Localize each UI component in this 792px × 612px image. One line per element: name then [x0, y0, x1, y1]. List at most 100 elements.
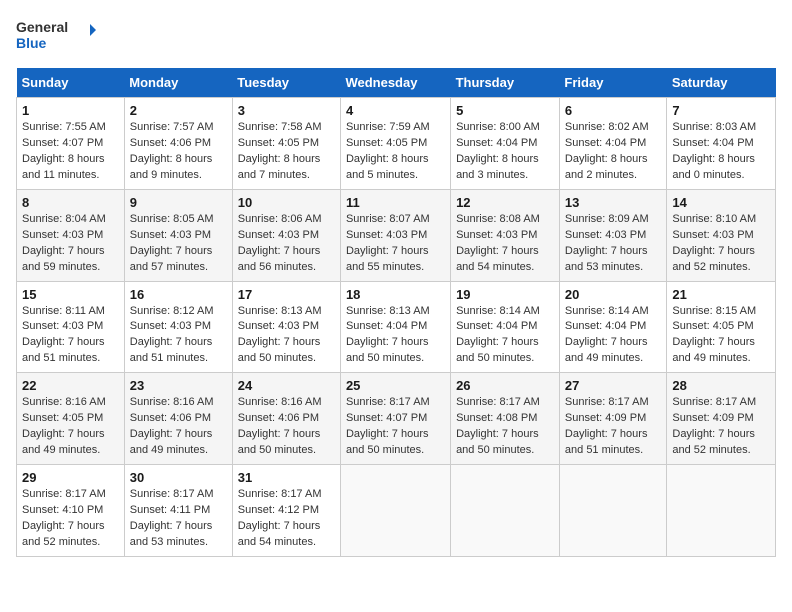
day-number: 28 [672, 378, 770, 393]
calendar-cell: 7 Sunrise: 8:03 AMSunset: 4:04 PMDayligh… [667, 98, 776, 190]
day-number: 30 [130, 470, 227, 485]
day-number: 24 [238, 378, 335, 393]
day-detail: Sunrise: 8:16 AMSunset: 4:06 PMDaylight:… [130, 395, 227, 459]
calendar-cell: 20 Sunrise: 8:14 AMSunset: 4:04 PMDaylig… [559, 281, 666, 373]
page-header: General Blue [16, 16, 776, 56]
day-number: 22 [22, 378, 119, 393]
day-detail: Sunrise: 8:14 AMSunset: 4:04 PMDaylight:… [456, 304, 554, 368]
day-number: 21 [672, 287, 770, 302]
calendar-cell: 29 Sunrise: 8:17 AMSunset: 4:10 PMDaylig… [17, 465, 125, 557]
day-of-week-header: Sunday [17, 68, 125, 98]
day-detail: Sunrise: 8:07 AMSunset: 4:03 PMDaylight:… [346, 212, 445, 276]
day-detail: Sunrise: 8:03 AMSunset: 4:04 PMDaylight:… [672, 120, 770, 184]
day-number: 16 [130, 287, 227, 302]
calendar-cell: 11 Sunrise: 8:07 AMSunset: 4:03 PMDaylig… [340, 189, 450, 281]
day-of-week-header: Monday [124, 68, 232, 98]
logo-svg: General Blue [16, 16, 96, 56]
calendar-cell: 24 Sunrise: 8:16 AMSunset: 4:06 PMDaylig… [232, 373, 340, 465]
day-number: 13 [565, 195, 661, 210]
day-number: 7 [672, 103, 770, 118]
day-detail: Sunrise: 8:12 AMSunset: 4:03 PMDaylight:… [130, 304, 227, 368]
day-detail: Sunrise: 8:00 AMSunset: 4:04 PMDaylight:… [456, 120, 554, 184]
calendar-cell: 9 Sunrise: 8:05 AMSunset: 4:03 PMDayligh… [124, 189, 232, 281]
day-detail: Sunrise: 8:09 AMSunset: 4:03 PMDaylight:… [565, 212, 661, 276]
day-number: 3 [238, 103, 335, 118]
calendar-header-row: SundayMondayTuesdayWednesdayThursdayFrid… [17, 68, 776, 98]
day-detail: Sunrise: 7:59 AMSunset: 4:05 PMDaylight:… [346, 120, 445, 184]
calendar-table: SundayMondayTuesdayWednesdayThursdayFrid… [16, 68, 776, 557]
day-number: 31 [238, 470, 335, 485]
day-number: 1 [22, 103, 119, 118]
svg-text:Blue: Blue [16, 35, 47, 51]
day-detail: Sunrise: 8:11 AMSunset: 4:03 PMDaylight:… [22, 304, 119, 368]
calendar-cell: 16 Sunrise: 8:12 AMSunset: 4:03 PMDaylig… [124, 281, 232, 373]
logo: General Blue [16, 16, 96, 56]
day-detail: Sunrise: 8:17 AMSunset: 4:11 PMDaylight:… [130, 487, 227, 551]
day-detail: Sunrise: 8:17 AMSunset: 4:08 PMDaylight:… [456, 395, 554, 459]
day-of-week-header: Friday [559, 68, 666, 98]
day-of-week-header: Wednesday [340, 68, 450, 98]
day-detail: Sunrise: 7:57 AMSunset: 4:06 PMDaylight:… [130, 120, 227, 184]
day-number: 14 [672, 195, 770, 210]
calendar-week-row: 8 Sunrise: 8:04 AMSunset: 4:03 PMDayligh… [17, 189, 776, 281]
calendar-week-row: 22 Sunrise: 8:16 AMSunset: 4:05 PMDaylig… [17, 373, 776, 465]
day-detail: Sunrise: 8:10 AMSunset: 4:03 PMDaylight:… [672, 212, 770, 276]
day-detail: Sunrise: 8:14 AMSunset: 4:04 PMDaylight:… [565, 304, 661, 368]
day-detail: Sunrise: 8:17 AMSunset: 4:09 PMDaylight:… [565, 395, 661, 459]
calendar-cell: 2 Sunrise: 7:57 AMSunset: 4:06 PMDayligh… [124, 98, 232, 190]
calendar-cell [559, 465, 666, 557]
day-detail: Sunrise: 8:17 AMSunset: 4:09 PMDaylight:… [672, 395, 770, 459]
calendar-cell: 3 Sunrise: 7:58 AMSunset: 4:05 PMDayligh… [232, 98, 340, 190]
day-number: 6 [565, 103, 661, 118]
calendar-cell: 8 Sunrise: 8:04 AMSunset: 4:03 PMDayligh… [17, 189, 125, 281]
day-detail: Sunrise: 8:17 AMSunset: 4:07 PMDaylight:… [346, 395, 445, 459]
calendar-cell: 5 Sunrise: 8:00 AMSunset: 4:04 PMDayligh… [451, 98, 560, 190]
calendar-cell: 12 Sunrise: 8:08 AMSunset: 4:03 PMDaylig… [451, 189, 560, 281]
day-detail: Sunrise: 8:16 AMSunset: 4:05 PMDaylight:… [22, 395, 119, 459]
day-detail: Sunrise: 7:55 AMSunset: 4:07 PMDaylight:… [22, 120, 119, 184]
calendar-cell: 6 Sunrise: 8:02 AMSunset: 4:04 PMDayligh… [559, 98, 666, 190]
calendar-cell: 1 Sunrise: 7:55 AMSunset: 4:07 PMDayligh… [17, 98, 125, 190]
calendar-cell [340, 465, 450, 557]
day-detail: Sunrise: 8:17 AMSunset: 4:12 PMDaylight:… [238, 487, 335, 551]
day-number: 10 [238, 195, 335, 210]
day-number: 23 [130, 378, 227, 393]
calendar-cell: 18 Sunrise: 8:13 AMSunset: 4:04 PMDaylig… [340, 281, 450, 373]
calendar-cell: 31 Sunrise: 8:17 AMSunset: 4:12 PMDaylig… [232, 465, 340, 557]
day-number: 26 [456, 378, 554, 393]
calendar-cell: 28 Sunrise: 8:17 AMSunset: 4:09 PMDaylig… [667, 373, 776, 465]
day-number: 5 [456, 103, 554, 118]
day-number: 2 [130, 103, 227, 118]
svg-text:General: General [16, 19, 68, 35]
day-of-week-header: Saturday [667, 68, 776, 98]
day-detail: Sunrise: 8:17 AMSunset: 4:10 PMDaylight:… [22, 487, 119, 551]
calendar-cell: 4 Sunrise: 7:59 AMSunset: 4:05 PMDayligh… [340, 98, 450, 190]
day-number: 15 [22, 287, 119, 302]
calendar-week-row: 15 Sunrise: 8:11 AMSunset: 4:03 PMDaylig… [17, 281, 776, 373]
calendar-cell: 17 Sunrise: 8:13 AMSunset: 4:03 PMDaylig… [232, 281, 340, 373]
calendar-cell: 10 Sunrise: 8:06 AMSunset: 4:03 PMDaylig… [232, 189, 340, 281]
calendar-cell: 26 Sunrise: 8:17 AMSunset: 4:08 PMDaylig… [451, 373, 560, 465]
day-number: 29 [22, 470, 119, 485]
calendar-cell: 19 Sunrise: 8:14 AMSunset: 4:04 PMDaylig… [451, 281, 560, 373]
day-detail: Sunrise: 8:04 AMSunset: 4:03 PMDaylight:… [22, 212, 119, 276]
day-detail: Sunrise: 7:58 AMSunset: 4:05 PMDaylight:… [238, 120, 335, 184]
calendar-week-row: 29 Sunrise: 8:17 AMSunset: 4:10 PMDaylig… [17, 465, 776, 557]
day-number: 11 [346, 195, 445, 210]
calendar-cell: 14 Sunrise: 8:10 AMSunset: 4:03 PMDaylig… [667, 189, 776, 281]
day-detail: Sunrise: 8:16 AMSunset: 4:06 PMDaylight:… [238, 395, 335, 459]
calendar-cell: 22 Sunrise: 8:16 AMSunset: 4:05 PMDaylig… [17, 373, 125, 465]
day-detail: Sunrise: 8:15 AMSunset: 4:05 PMDaylight:… [672, 304, 770, 368]
calendar-cell [451, 465, 560, 557]
day-number: 19 [456, 287, 554, 302]
day-number: 4 [346, 103, 445, 118]
calendar-cell: 27 Sunrise: 8:17 AMSunset: 4:09 PMDaylig… [559, 373, 666, 465]
calendar-cell: 23 Sunrise: 8:16 AMSunset: 4:06 PMDaylig… [124, 373, 232, 465]
day-detail: Sunrise: 8:02 AMSunset: 4:04 PMDaylight:… [565, 120, 661, 184]
day-detail: Sunrise: 8:13 AMSunset: 4:03 PMDaylight:… [238, 304, 335, 368]
calendar-cell: 21 Sunrise: 8:15 AMSunset: 4:05 PMDaylig… [667, 281, 776, 373]
calendar-week-row: 1 Sunrise: 7:55 AMSunset: 4:07 PMDayligh… [17, 98, 776, 190]
day-number: 9 [130, 195, 227, 210]
day-detail: Sunrise: 8:13 AMSunset: 4:04 PMDaylight:… [346, 304, 445, 368]
day-number: 25 [346, 378, 445, 393]
